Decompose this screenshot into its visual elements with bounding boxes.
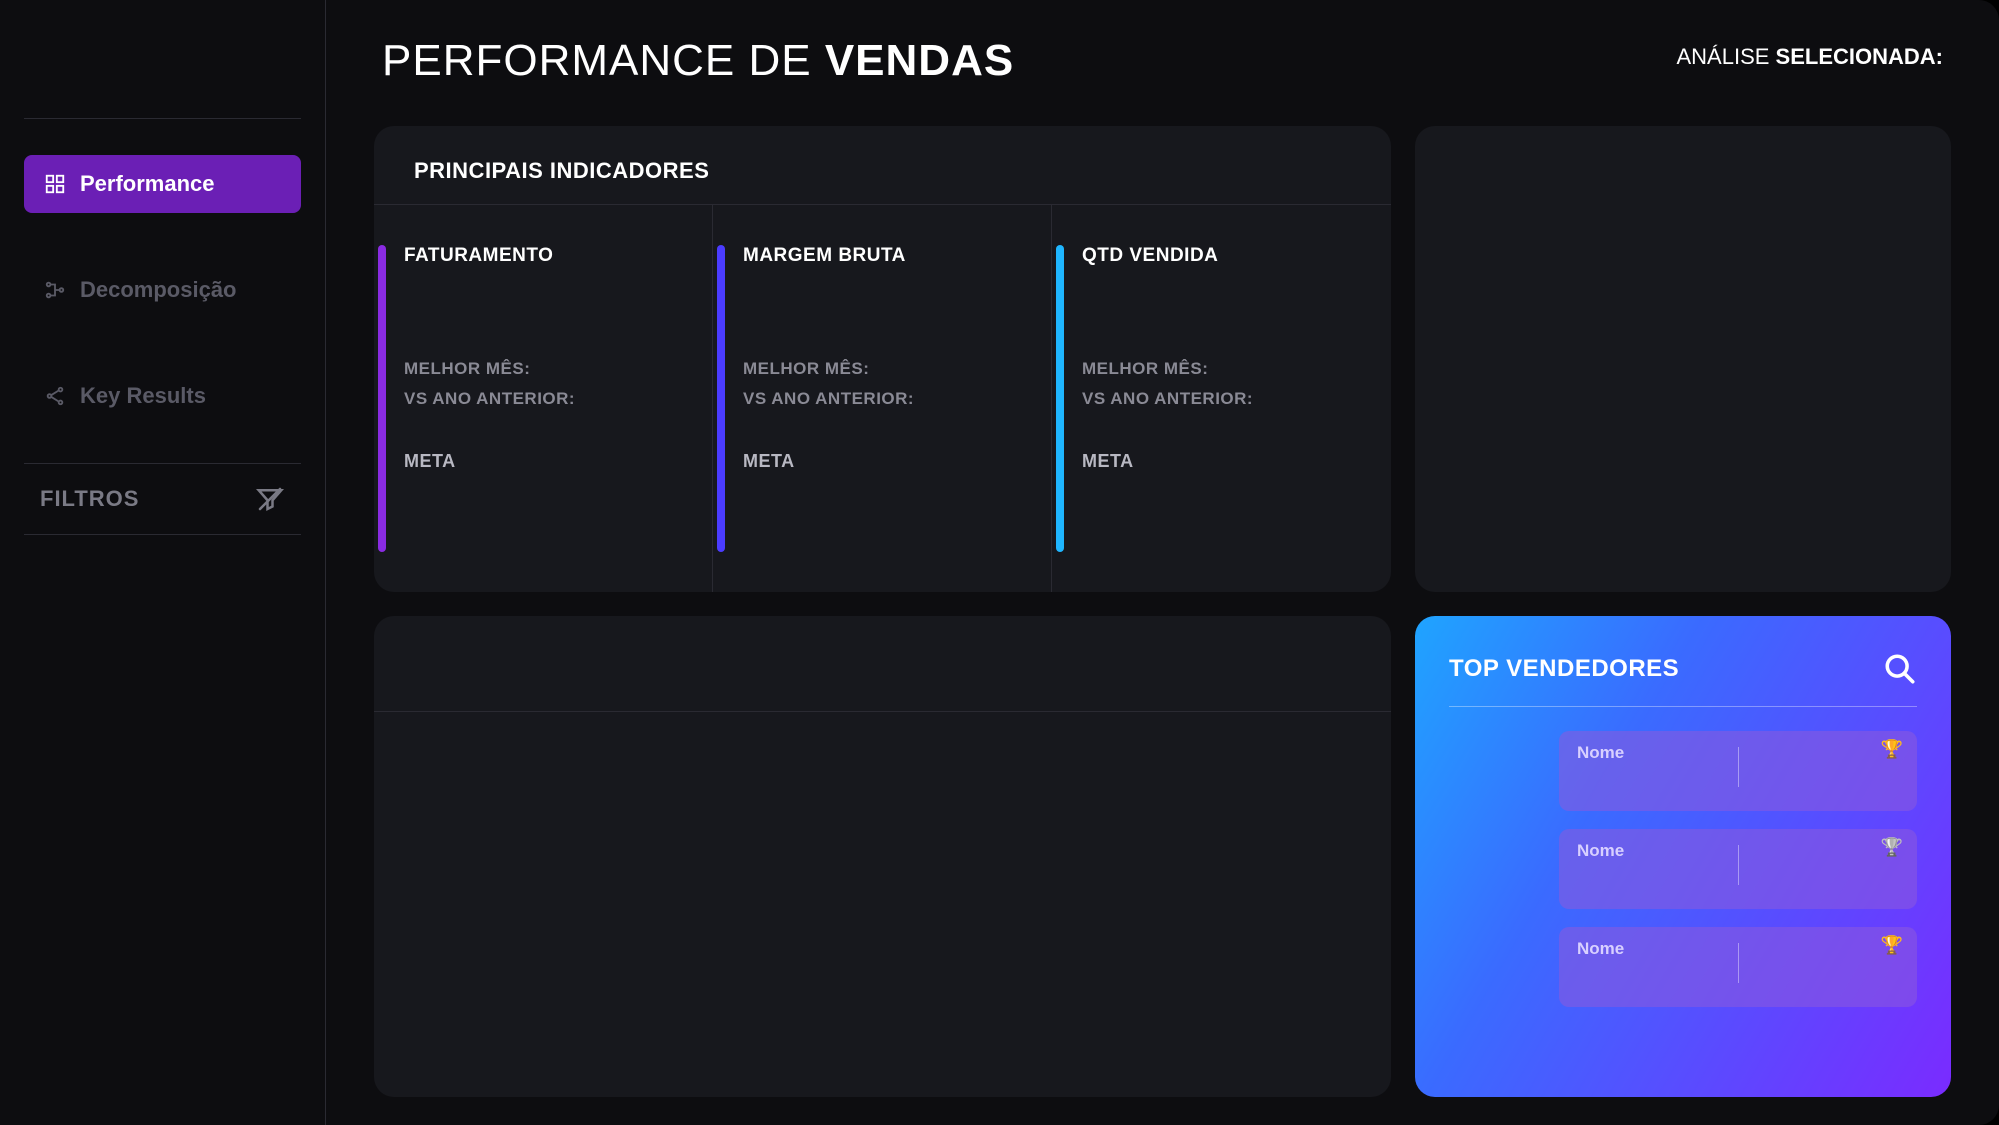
sidebar-item-key-results[interactable]: Key Results: [24, 367, 301, 425]
page-title: PERFORMANCE DE VENDAS: [382, 36, 1014, 86]
kpi-vs-prev: VS ANO ANTERIOR:: [1082, 389, 1391, 409]
vendor-separator: [1738, 845, 1739, 885]
analysis-prefix: ANÁLISE: [1677, 44, 1776, 69]
vendor-name-label: Nome: [1577, 841, 1738, 861]
app-root: Performance Decomposição Key Results FIL…: [0, 0, 1999, 1125]
tree-icon: [44, 279, 66, 301]
kpi-best-month: MELHOR MÊS:: [1082, 359, 1391, 379]
top-vendors-card: TOP VENDEDORES Nome 🏆 Nome: [1415, 616, 1951, 1097]
filters-header: FILTROS: [24, 463, 301, 535]
clear-filters-icon[interactable]: [255, 484, 285, 514]
kpi-title: MARGEM BRUTA: [743, 245, 1051, 267]
share-icon: [44, 385, 66, 407]
vendor-row[interactable]: Nome 🏆: [1559, 927, 1917, 1007]
kpi-accent-bar: [378, 245, 386, 552]
kpi-vs-prev: VS ANO ANTERIOR:: [743, 389, 1051, 409]
vendor-separator: [1738, 943, 1739, 983]
kpi-vs-prev: VS ANO ANTERIOR:: [404, 389, 712, 409]
sidebar-item-label: Key Results: [80, 383, 206, 409]
vendor-name-label: Nome: [1577, 939, 1738, 959]
page-title-bold: VENDAS: [825, 36, 1014, 85]
kpi-grid: FATURAMENTO MELHOR MÊS: VS ANO ANTERIOR:…: [374, 204, 1391, 592]
kpi-section-title: PRINCIPAIS INDICADORES: [374, 126, 1391, 204]
analysis-selected-label: ANÁLISE SELECIONADA:: [1677, 44, 1944, 70]
sidebar-logo-area: [24, 18, 301, 118]
vendor-list: Nome 🏆 Nome 🏆 Nome: [1449, 731, 1917, 1007]
kpi-body: QTD VENDIDA MELHOR MÊS: VS ANO ANTERIOR:…: [1082, 245, 1391, 552]
kpi-meta: META: [404, 451, 712, 472]
search-icon[interactable]: [1883, 652, 1917, 686]
top-vendors-title: TOP VENDEDORES: [1449, 655, 1679, 683]
kpi-title: FATURAMENTO: [404, 245, 712, 267]
top-vendors-header: TOP VENDEDORES: [1449, 652, 1917, 707]
vendor-name-label: Nome: [1577, 743, 1738, 763]
main-content: PERFORMANCE DE VENDAS ANÁLISE SELECIONAD…: [326, 0, 1999, 1125]
kpi-meta: META: [1082, 451, 1391, 472]
sidebar-item-label: Decomposição: [80, 277, 237, 303]
kpi-body: MARGEM BRUTA MELHOR MÊS: VS ANO ANTERIOR…: [743, 245, 1051, 552]
aux-card-top-right: [1415, 126, 1951, 592]
kpi-title: QTD VENDIDA: [1082, 245, 1391, 267]
kpi-body: FATURAMENTO MELHOR MÊS: VS ANO ANTERIOR:…: [404, 245, 712, 552]
vendor-separator: [1738, 747, 1739, 787]
kpi-card: PRINCIPAIS INDICADORES FATURAMENTO MELHO…: [374, 126, 1391, 592]
kpi-best-month: MELHOR MÊS:: [404, 359, 712, 379]
kpi-accent-bar: [1056, 245, 1064, 552]
sidebar-item-performance[interactable]: Performance: [24, 155, 301, 213]
filters-label: FILTROS: [40, 486, 139, 512]
vendor-row[interactable]: Nome 🏆: [1559, 731, 1917, 811]
page-header: PERFORMANCE DE VENDAS ANÁLISE SELECIONAD…: [374, 36, 1951, 86]
sidebar-divider: [24, 118, 301, 119]
kpi-col-qtd: QTD VENDIDA MELHOR MÊS: VS ANO ANTERIOR:…: [1052, 205, 1391, 592]
content-grid: PRINCIPAIS INDICADORES FATURAMENTO MELHO…: [374, 126, 1951, 1097]
analysis-bold: SELECIONADA:: [1776, 44, 1943, 69]
kpi-col-faturamento: FATURAMENTO MELHOR MÊS: VS ANO ANTERIOR:…: [374, 205, 713, 592]
kpi-accent-bar: [717, 245, 725, 552]
trophy-icon: 🏆: [1881, 935, 1903, 956]
kpi-col-margem: MARGEM BRUTA MELHOR MÊS: VS ANO ANTERIOR…: [713, 205, 1052, 592]
sidebar-item-label: Performance: [80, 171, 215, 197]
trophy-icon: 🏆: [1881, 837, 1903, 858]
chart-card-header: [374, 616, 1391, 712]
sidebar-item-decomposicao[interactable]: Decomposição: [24, 261, 301, 319]
sidebar: Performance Decomposição Key Results FIL…: [0, 0, 326, 1125]
kpi-meta: META: [743, 451, 1051, 472]
chart-card-bottom: [374, 616, 1391, 1097]
page-title-prefix: PERFORMANCE DE: [382, 36, 825, 85]
kpi-best-month: MELHOR MÊS:: [743, 359, 1051, 379]
vendor-row[interactable]: Nome 🏆: [1559, 829, 1917, 909]
trophy-icon: 🏆: [1881, 739, 1903, 760]
dashboard-icon: [44, 173, 66, 195]
